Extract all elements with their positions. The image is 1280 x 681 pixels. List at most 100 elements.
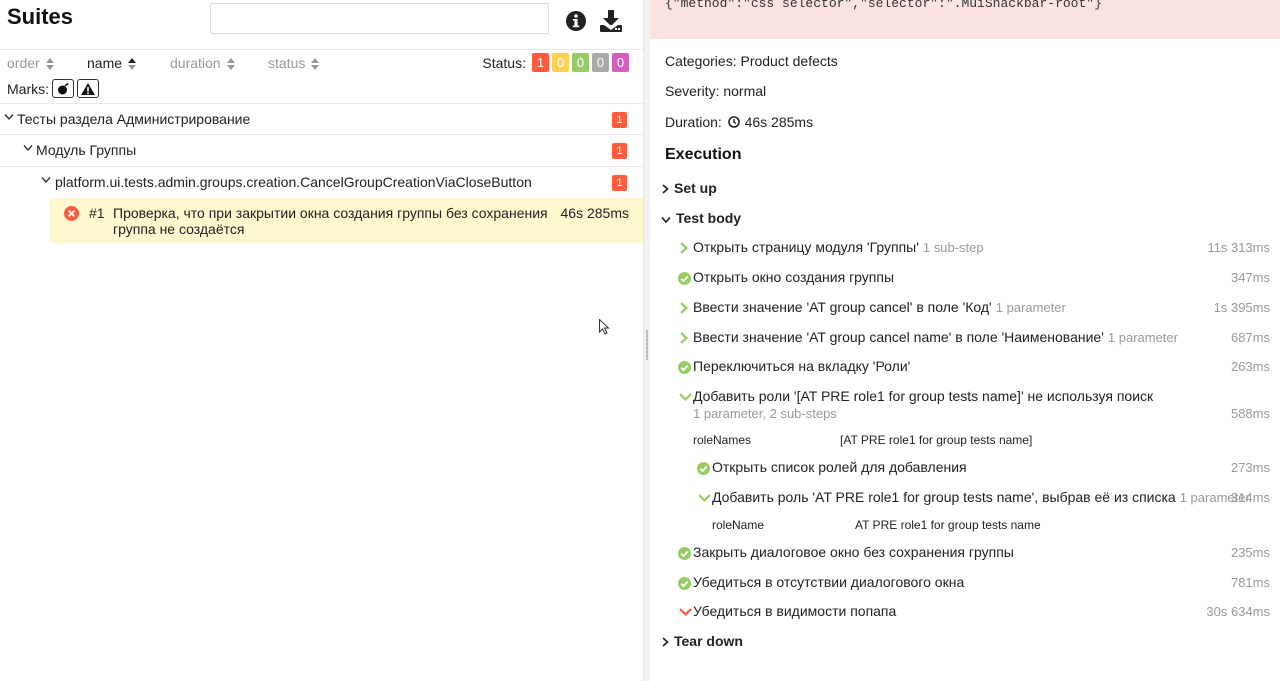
page-title: Suites [7,4,74,29]
step-name: Открыть окно создания группы [693,269,895,285]
sort-order[interactable]: order [7,55,54,71]
tree-pane: Suites order name duration status Status… [0,0,643,681]
sort-icon [226,58,235,70]
step-duration: 588ms [1230,406,1270,421]
known-issue-mark-toggle[interactable] [77,79,99,98]
tree-node-suite[interactable]: Тесты раздела Администрирование 1 [0,103,643,134]
testbody-section[interactable]: Test body [661,210,741,226]
sort-icon [128,58,137,70]
status-badge-unknown[interactable]: 0 [612,53,629,72]
step-name: Закрыть диалоговое окно без сохранения г… [693,544,1014,560]
failed-status-icon [64,206,79,221]
step-duration: 314ms [1230,490,1270,505]
sort-status-label: status [268,55,306,71]
sort-duration-label: duration [170,55,221,71]
tree-node-class[interactable]: platform.ui.tests.admin.groups.creation.… [0,166,643,197]
chevron-down-icon [698,494,711,503]
failed-count-badge: 1 [612,143,627,159]
sort-name[interactable]: name [87,55,137,71]
step-row[interactable]: Добавить роль 'AT PRE role1 for group te… [650,489,1280,509]
info-icon[interactable] [565,10,587,32]
setup-section[interactable]: Set up [661,180,717,196]
splitter-grip-icon [646,330,648,360]
step-duration: 347ms [1230,270,1270,285]
sort-icon [311,58,320,70]
status-filter-label: Status: [482,54,526,71]
teardown-section[interactable]: Tear down [661,633,743,649]
test-duration: 46s 285ms [560,205,629,221]
sort-icon [45,58,54,70]
download-icon[interactable] [599,9,623,33]
passed-status-icon [697,462,710,475]
chevron-down-icon [23,145,33,152]
step-duration: 11s 313ms [1207,240,1270,255]
warning-icon [81,82,95,95]
flaky-mark-toggle[interactable] [52,79,74,98]
chevron-right-icon [662,184,669,194]
setup-label: Set up [674,180,717,196]
status-badge-broken[interactable]: 0 [552,53,569,72]
sort-bar: order name duration status Status: 1 0 0… [0,50,643,76]
step-row[interactable]: Открыть список ролей для добавления 273m… [650,459,1280,479]
step-row[interactable]: Открыть страницу модуля 'Группы' 1 sub-st… [650,239,1280,259]
step-row[interactable]: Открыть окно создания группы 347ms [650,269,1280,289]
step-duration: 263ms [1230,359,1270,374]
details-pane: {"method":"css selector","selector":".Mu… [650,0,1280,681]
status-badge-failed[interactable]: 1 [532,53,549,72]
chevron-down-icon [4,114,14,121]
step-meta: 1 parameter [1107,330,1178,345]
step-meta: 1 parameter [995,300,1066,315]
chevron-right-icon [662,637,669,647]
clock-icon [727,116,740,128]
status-filter: Status: 1 0 0 0 0 [482,53,629,72]
duration-value: 46s 285ms [744,114,814,130]
step-name: Ввести значение 'AT group cancel' в поле… [693,299,992,315]
duration-text: Duration: 46s 285ms [665,114,813,130]
teardown-label: Tear down [674,633,743,649]
param-value: [AT PRE role1 for group tests name] [840,433,1033,447]
step-duration: 687ms [1230,330,1270,345]
failed-count-badge: 1 [612,175,627,191]
step-name: Переключиться на вкладку 'Роли' [693,358,911,374]
step-duration: 1s 395ms [1213,300,1270,315]
step-row[interactable]: Убедиться в отсутствии диалогового окна … [650,574,1280,594]
execution-heading: Execution [665,146,742,163]
step-name: Убедиться в видимости попапа [693,603,897,619]
error-message-box: {"method":"css selector","selector":".Mu… [650,0,1280,39]
pane-splitter[interactable] [643,0,650,681]
passed-status-icon [678,272,691,285]
test-number: #1 [89,205,105,221]
chevron-down-icon [679,608,692,617]
chevron-down-icon [661,216,671,224]
sort-status[interactable]: status [268,55,320,71]
marks-label: Marks: [7,80,49,97]
search-input[interactable] [210,3,549,34]
chevron-down-icon [679,393,692,402]
tree-node-module[interactable]: Модуль Группы 1 [0,134,643,165]
step-name: Ввести значение 'AT group cancel name' в… [693,329,1104,345]
step-row[interactable]: Убедиться в видимости попапа 30s 634ms [650,603,1280,623]
passed-status-icon [678,361,691,374]
test-case-row[interactable]: #1 Проверка, что при закрытии окна созда… [50,198,643,243]
chevron-down-icon [41,177,51,184]
chevron-right-icon [680,332,689,344]
step-row[interactable]: Ввести значение 'AT group cancel' в поле… [650,299,1280,319]
param-value: AT PRE role1 for group tests name [855,518,1041,532]
chevron-right-icon [680,242,689,254]
severity-text: Severity: normal [665,83,767,99]
step-row[interactable]: Добавить роли '[AT PRE role1 for group t… [650,388,1280,424]
tree-node-label: platform.ui.tests.admin.groups.creation.… [55,174,532,190]
sort-duration[interactable]: duration [170,55,235,71]
step-row[interactable]: Закрыть диалоговое окно без сохранения г… [650,544,1280,564]
step-row[interactable]: Переключиться на вкладку 'Роли' 263ms [650,358,1280,378]
marks-filter: Marks: [7,79,99,98]
step-duration: 781ms [1230,575,1270,590]
step-duration: 235ms [1230,545,1270,560]
step-duration: 273ms [1230,460,1270,475]
step-duration: 30s 634ms [1206,604,1270,619]
status-badge-skipped[interactable]: 0 [592,53,609,72]
step-name: Открыть страницу модуля 'Группы' [693,239,919,255]
chevron-right-icon [680,302,689,314]
status-badge-passed[interactable]: 0 [572,53,589,72]
step-row[interactable]: Ввести значение 'AT group cancel name' в… [650,329,1280,349]
